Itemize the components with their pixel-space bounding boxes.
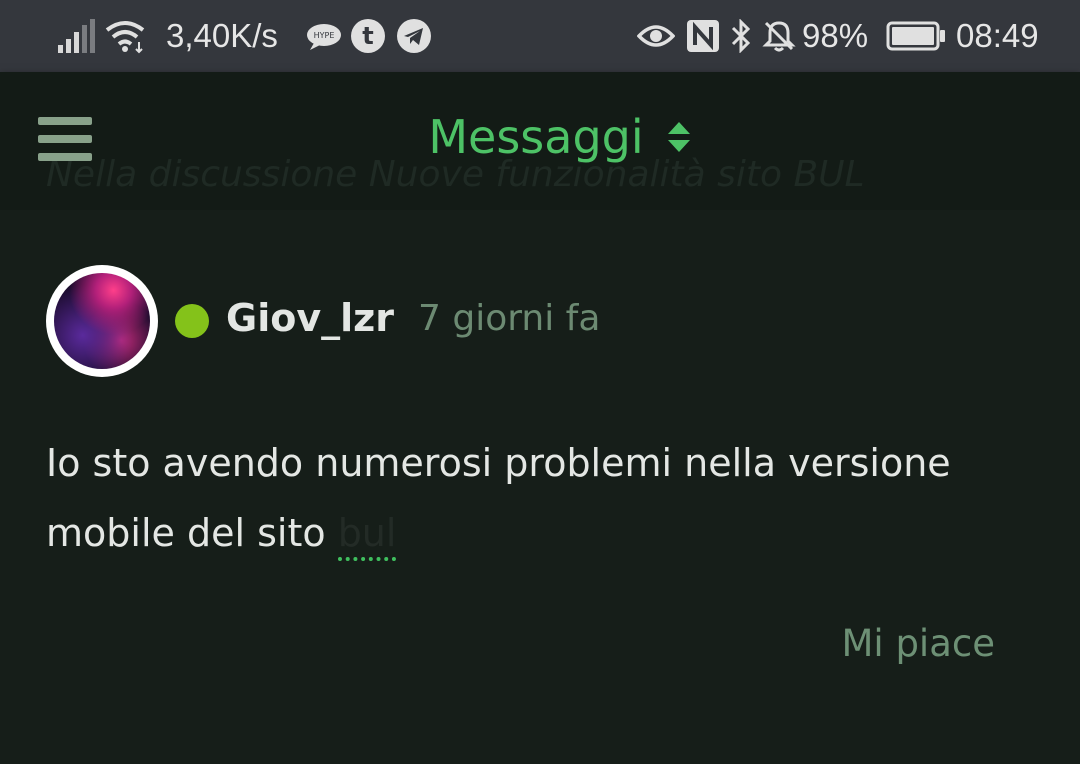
avatar-image (54, 273, 150, 369)
menu-button[interactable] (38, 115, 94, 165)
message-post: Giov_lzr 7 giorni fa Io sto avendo numer… (0, 210, 1080, 764)
eye-icon (637, 0, 675, 72)
hamburger-icon (38, 117, 92, 125)
wifi-icon (105, 0, 147, 72)
post-text: Io sto avendo numerosi problemi nella ve… (46, 441, 951, 555)
status-bar: 3,40K/s HYPE t 98% 08:49 (0, 0, 1080, 72)
post-body: Io sto avendo numerosi problemi nella ve… (46, 428, 1036, 568)
header-title-dropdown[interactable]: Messaggi (388, 110, 691, 164)
clock: 08:49 (956, 17, 1039, 54)
online-status-icon (175, 304, 209, 338)
mention-link[interactable]: bul (337, 511, 397, 561)
hamburger-icon-bar (38, 135, 92, 143)
username[interactable]: Giov_lzr (226, 296, 394, 340)
telegram-icon (396, 0, 432, 72)
page-title: Messaggi (428, 110, 644, 164)
hamburger-icon-bar (38, 153, 92, 161)
like-button[interactable]: Mi piace (841, 622, 995, 665)
bell-off-icon (762, 0, 796, 72)
hype-icon: HYPE (306, 0, 342, 72)
avatar[interactable] (46, 265, 158, 377)
nfc-icon (686, 0, 720, 72)
svg-text:t: t (362, 22, 373, 50)
battery-icon (886, 0, 946, 72)
battery-percent: 98% (802, 17, 869, 54)
post-timestamp: 7 giorni fa (418, 298, 601, 339)
network-speed: 3,40K/s (166, 17, 278, 54)
signal-icon (58, 0, 96, 72)
tumblr-icon: t (350, 0, 386, 72)
sort-icon (667, 122, 690, 152)
hype-label: HYPE (314, 31, 335, 40)
bluetooth-icon (730, 0, 752, 72)
app-header: Nella discussione Nuove funzionalità sit… (0, 72, 1080, 210)
